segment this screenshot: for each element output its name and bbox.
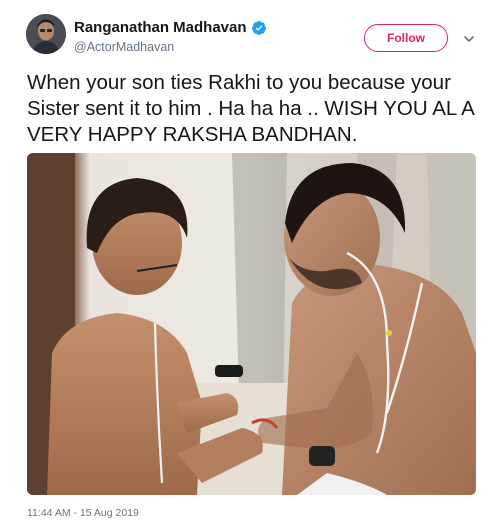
follow-button[interactable]: Follow xyxy=(364,24,448,52)
chevron-down-icon[interactable] xyxy=(463,32,475,44)
avatar[interactable] xyxy=(26,14,66,54)
author-info: Ranganathan Madhavan @ActorMadhavan xyxy=(74,19,267,55)
verified-badge-icon xyxy=(251,20,267,36)
photo-image xyxy=(27,153,476,495)
tweet-card: Ranganathan Madhavan @ActorMadhavan Foll… xyxy=(0,0,502,523)
tweet-text: When your son ties Rakhi to you because … xyxy=(27,71,474,146)
tweet-timestamp[interactable]: 11:44 AM - 15 Aug 2019 xyxy=(27,507,139,519)
avatar-image xyxy=(26,14,66,54)
author-handle[interactable]: @ActorMadhavan xyxy=(74,40,267,55)
author-display-name[interactable]: Ranganathan Madhavan xyxy=(74,19,247,37)
tweet-photo[interactable] xyxy=(27,153,476,495)
